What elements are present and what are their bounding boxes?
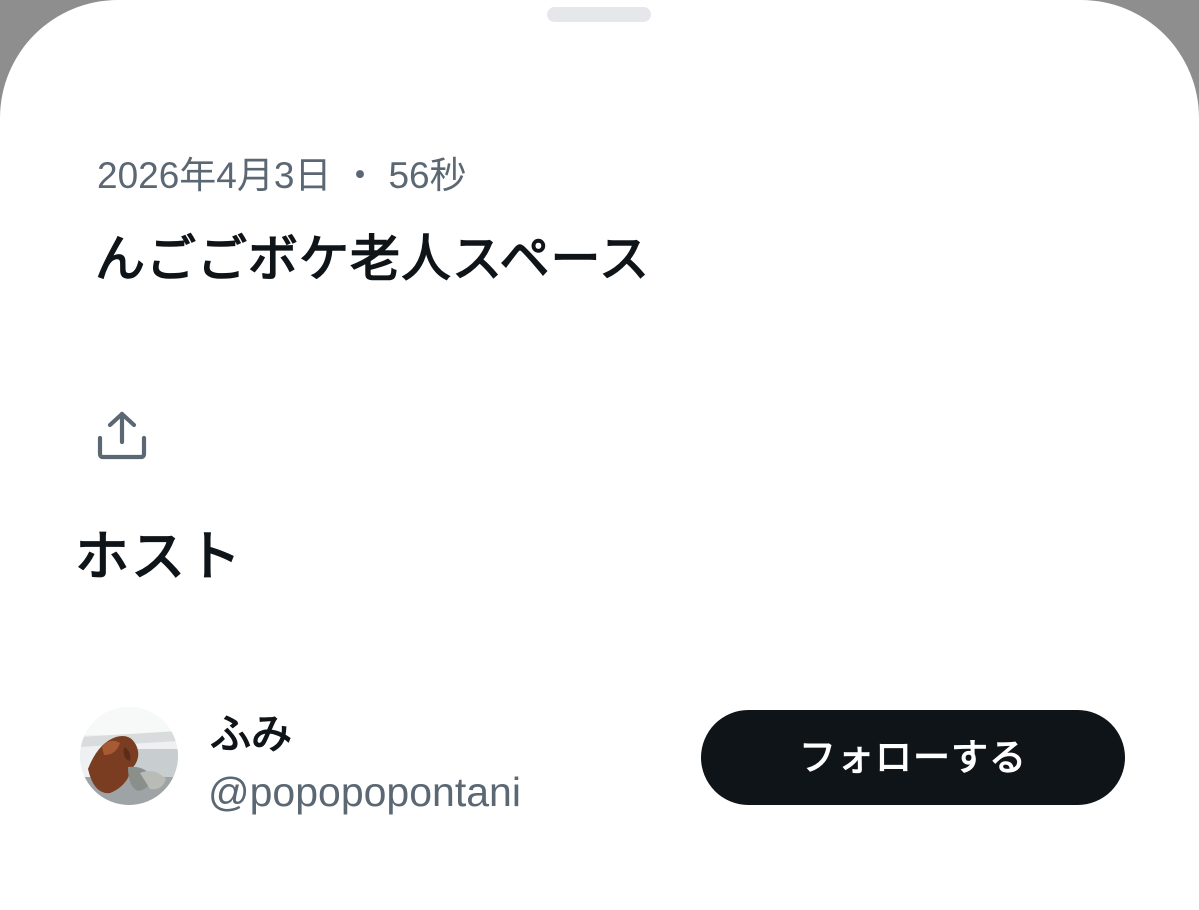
share-upload-icon: [97, 411, 147, 460]
space-detail-sheet: 2026年4月3日・ 56秒 んごごボケ老人スペース ホスト ふみ @popop…: [0, 0, 1199, 910]
space-meta: 2026年4月3日・ 56秒: [97, 150, 467, 202]
space-duration: 56秒: [388, 155, 467, 196]
host-section-heading: ホスト: [75, 527, 243, 587]
user-avatar: [80, 707, 178, 805]
host-display-name[interactable]: ふみ: [210, 708, 292, 760]
meta-separator: ・: [341, 155, 379, 196]
sheet-grabber-handle[interactable]: [547, 7, 651, 22]
host-avatar[interactable]: [80, 707, 178, 805]
host-handle[interactable]: @popopopontani: [208, 766, 521, 818]
share-button[interactable]: [96, 408, 148, 462]
follow-button[interactable]: フォローする: [701, 710, 1125, 805]
host-row: ふみ @popopopontani フォローする: [0, 700, 1199, 820]
space-date: 2026年4月3日: [97, 155, 332, 196]
space-title: んごごボケ老人スペース: [95, 231, 650, 287]
